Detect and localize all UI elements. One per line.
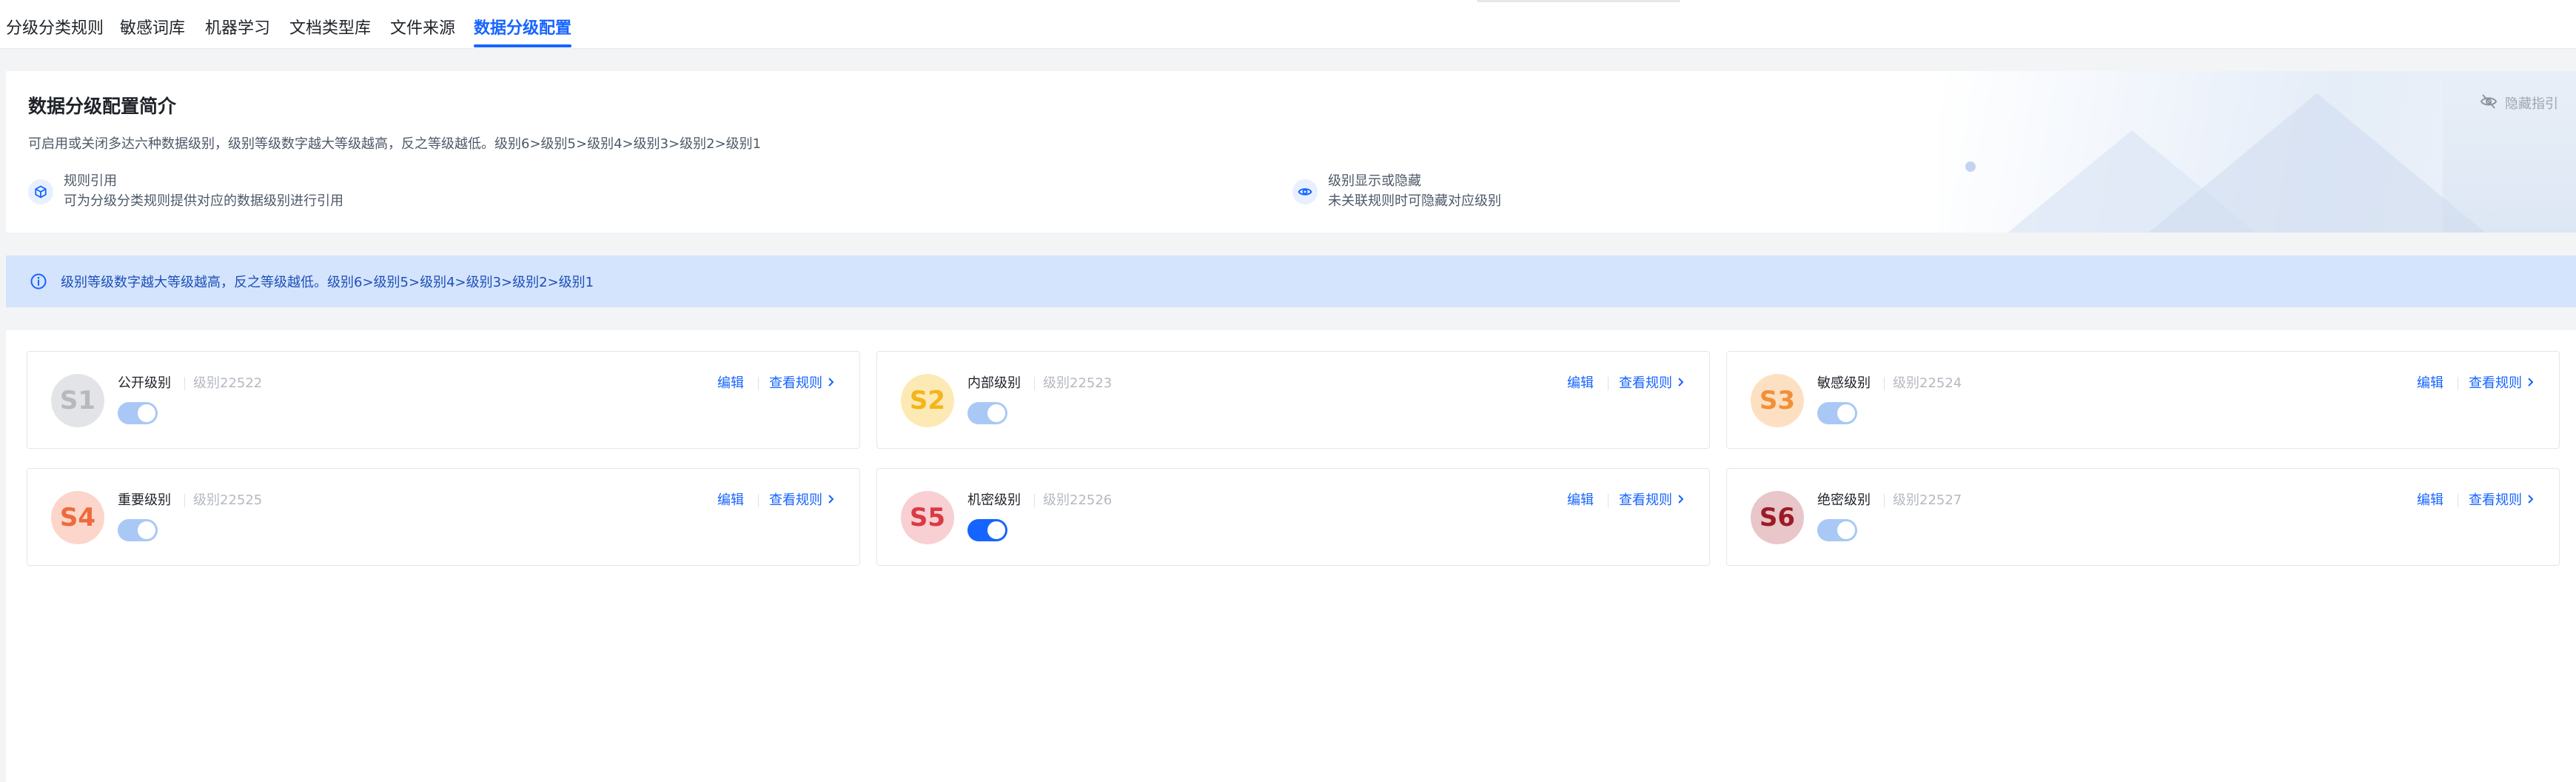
edit-button[interactable]: 编辑 [2417,374,2443,393]
chevron-right-icon [827,491,836,510]
level-name: 内部级别 [967,375,1021,391]
view-rules-label: 查看规则 [1619,492,1672,508]
action-divider [1608,494,1609,507]
edit-button[interactable]: 编辑 [717,374,744,393]
view-rules-label: 查看规则 [1619,375,1672,391]
level-card: S3 敏感级别 级别22524 编辑 查看规则 [1726,351,2560,449]
level-divider [1884,494,1885,507]
feature-desc: 未关联规则时可隐藏对应级别 [1328,193,1501,209]
level-divider [1034,377,1035,390]
edit-button[interactable]: 编辑 [1567,374,1594,393]
level-name: 机密级别 [967,492,1021,508]
view-rules-button[interactable]: 查看规则 [769,491,836,510]
page: 分级分类规则 敏感词库 机器学习 文档类型库 文件来源 数据分级配置 数据分级配… [0,0,2576,782]
tab-data-level-config[interactable]: 数据分级配置 [474,18,572,49]
chevron-right-icon [1677,491,1686,510]
intro-description: 可启用或关闭多达六种数据级别，级别等级数字越大等级越高，反之等级越低。级别6>级… [28,136,762,152]
level-toggle[interactable] [118,402,158,424]
chevron-right-icon [2526,491,2535,510]
level-code: 级别22527 [1893,492,1962,508]
level-code: 级别22525 [193,492,263,508]
intro-title: 数据分级配置简介 [28,96,177,117]
edit-button[interactable]: 编辑 [1567,491,1594,510]
level-divider [184,494,185,507]
level-name: 重要级别 [118,492,171,508]
toggle-knob [987,521,1005,539]
view-rules-button[interactable]: 查看规则 [769,374,836,393]
toggle-knob [1837,521,1855,539]
level-badge: S6 [1751,491,1804,544]
view-rules-button[interactable]: 查看规则 [1619,374,1686,393]
level-toggle[interactable] [1817,519,1857,541]
toggle-knob [138,404,155,422]
level-toggle[interactable] [118,519,158,541]
hide-guide-label: 隐藏指引 [2505,96,2558,112]
edit-button[interactable]: 编辑 [717,491,744,510]
eye-icon [1292,179,1318,204]
view-rules-button[interactable]: 查看规则 [2469,491,2535,510]
level-card: S2 内部级别 级别22523 编辑 查看规则 [876,351,1710,449]
tab-machine-learning[interactable]: 机器学习 [205,18,270,49]
tab-file-sources[interactable]: 文件来源 [390,18,455,49]
view-rules-label: 查看规则 [769,375,822,391]
top-scroll-indicator [1477,0,1680,2]
view-rules-label: 查看规则 [2469,375,2522,391]
levels-panel: S1 公开级别 级别22522 编辑 查看规则 S2 内部级别 级别22523 编辑 查看规则 S3… [6,330,2576,782]
level-badge: S2 [901,374,954,427]
tab-bar: 分级分类规则 敏感词库 机器学习 文档类型库 文件来源 数据分级配置 [0,0,2576,49]
level-divider [184,377,185,390]
level-code: 级别22523 [1043,375,1113,391]
action-divider [1608,377,1609,390]
edit-button[interactable]: 编辑 [2417,491,2443,510]
level-card: S1 公开级别 级别22522 编辑 查看规则 [27,351,860,449]
toggle-knob [138,521,155,539]
view-rules-button[interactable]: 查看规则 [1619,491,1686,510]
level-badge: S5 [901,491,954,544]
hide-guide-button[interactable]: 隐藏指引 [2480,92,2558,114]
info-icon [30,273,47,290]
eye-off-icon [2480,93,2498,114]
level-card: S5 机密级别 级别22526 编辑 查看规则 [876,468,1710,566]
level-divider [1884,377,1885,390]
tab-classification-rules[interactable]: 分级分类规则 [6,18,104,49]
feature-title: 规则引用 [64,173,117,189]
intro-card: 数据分级配置简介 可启用或关闭多达六种数据级别，级别等级数字越大等级越高，反之等… [6,71,2576,233]
view-rules-button[interactable]: 查看规则 [2469,374,2535,393]
toggle-knob [1837,404,1855,422]
tab-document-types[interactable]: 文档类型库 [289,18,371,49]
level-code: 级别22526 [1043,492,1113,508]
tab-sensitive-words[interactable]: 敏感词库 [120,18,185,49]
level-toggle[interactable] [1817,402,1857,424]
level-code: 级别22522 [193,375,263,391]
chevron-right-icon [1677,374,1686,393]
feature-title: 级别显示或隐藏 [1328,173,1421,189]
view-rules-label: 查看规则 [2469,492,2522,508]
action-divider [758,494,759,507]
notice-bar: 级别等级数字越大等级越高，反之等级越低。级别6>级别5>级别4>级别3>级别2>… [6,255,2576,307]
level-toggle[interactable] [967,402,1007,424]
action-divider [758,377,759,390]
level-badge: S3 [1751,374,1804,427]
level-card: S6 绝密级别 级别22527 编辑 查看规则 [1726,468,2560,566]
level-name: 敏感级别 [1817,375,1871,391]
chevron-right-icon [827,374,836,393]
feature-desc: 可为分级分类规则提供对应的数据级别进行引用 [64,193,343,209]
level-toggle[interactable] [967,519,1007,541]
level-name: 绝密级别 [1817,492,1871,508]
level-divider [1034,494,1035,507]
level-name: 公开级别 [118,375,171,391]
notice-text: 级别等级数字越大等级越高，反之等级越低。级别6>级别5>级别4>级别3>级别2>… [61,275,594,290]
level-badge: S4 [51,491,104,544]
level-code: 级别22524 [1893,375,1962,391]
chevron-right-icon [2526,374,2535,393]
toggle-knob [987,404,1005,422]
level-card: S4 重要级别 级别22525 编辑 查看规则 [27,468,860,566]
level-badge: S1 [51,374,104,427]
view-rules-label: 查看规则 [769,492,822,508]
cube-icon [28,179,53,204]
